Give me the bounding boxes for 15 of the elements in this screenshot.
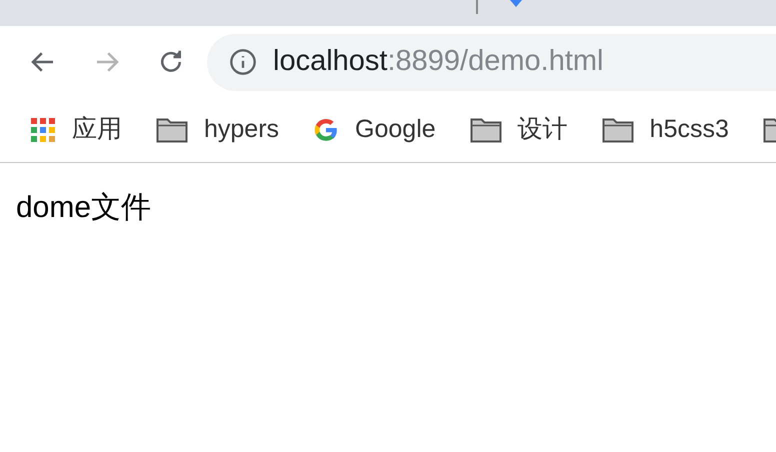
url-text: localhost:8899/demo.html bbox=[273, 44, 604, 80]
bookmark-item[interactable]: 应用 bbox=[30, 111, 122, 149]
address-bar[interactable]: localhost:8899/demo.html bbox=[207, 34, 776, 90]
folder-icon bbox=[470, 117, 502, 143]
page-text: dome文件 bbox=[16, 191, 152, 224]
tab-favicon-icon bbox=[508, 0, 524, 8]
bookmark-item[interactable]: hypers bbox=[156, 111, 280, 149]
folder-icon bbox=[602, 117, 634, 143]
google-g-icon bbox=[313, 117, 340, 143]
bookmark-item[interactable]: 设计 bbox=[470, 111, 568, 149]
bookmark-item[interactable]: h5css3 bbox=[602, 111, 729, 149]
apps-grid-icon bbox=[30, 117, 56, 143]
bookmark-item[interactable]: Google bbox=[313, 111, 436, 149]
folder-icon bbox=[156, 117, 188, 143]
info-icon bbox=[229, 48, 257, 76]
